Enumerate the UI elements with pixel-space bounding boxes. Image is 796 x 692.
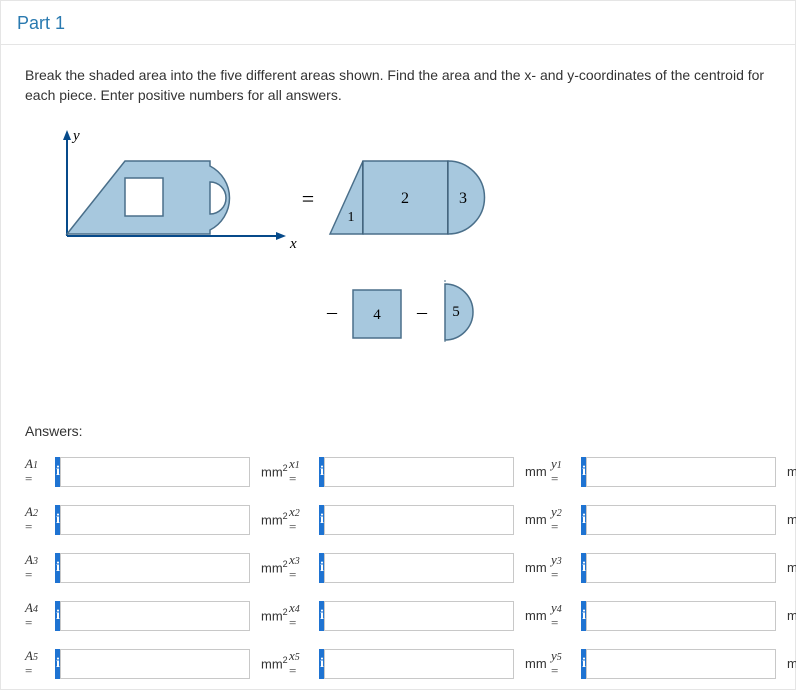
y-label-3: y3= [551,553,581,582]
x-label-5: x5= [289,649,319,678]
area-input-group-4: i [55,601,245,631]
y-label-2: y2= [551,505,581,534]
y-axis-label: y [71,128,80,144]
y-input-group-3: i [581,553,771,583]
y-label-4: y4= [551,601,581,630]
area-input-3[interactable] [60,553,250,583]
piece-2-label: 2 [401,190,409,207]
piece-5-label: 5 [452,304,460,320]
answer-grid: A1=imm2x1=immy1=immA2=imm2x2=immy2=immA3… [25,457,771,679]
x-label-4: x4= [289,601,319,630]
y-unit: mm [781,608,796,623]
area-label-2: A2= [25,505,55,534]
part-header: Part 1 [1,1,795,45]
y-unit: mm [781,656,796,671]
x-label-1: x1= [289,457,319,486]
area-label-4: A4= [25,601,55,630]
x-input-group-2: i [319,505,509,535]
y-input-4[interactable] [586,601,776,631]
y-input-5[interactable] [586,649,776,679]
y-label-1: y1= [551,457,581,486]
x-input-group-4: i [319,601,509,631]
y-input-group-2: i [581,505,771,535]
y-label-5: y5= [551,649,581,678]
minus-1: – [326,301,338,323]
x-input-3[interactable] [324,553,514,583]
x-input-5[interactable] [324,649,514,679]
x-label-3: x3= [289,553,319,582]
x-unit: mm [519,656,551,671]
equals-sign: = [302,186,314,211]
y-input-3[interactable] [586,553,776,583]
area-label-1: A1= [25,457,55,486]
x-input-group-5: i [319,649,509,679]
composite-shape: y x [63,128,297,252]
area-input-group-2: i [55,505,245,535]
area-unit: mm2 [255,511,289,527]
area-input-2[interactable] [60,505,250,535]
x-unit: mm [519,464,551,479]
piece-4-label: 4 [373,307,381,323]
y-input-group-4: i [581,601,771,631]
x-label-2: x2= [289,505,319,534]
y-unit: mm [781,560,796,575]
x-unit: mm [519,560,551,575]
diagram: y x = [45,126,771,399]
area-input-5[interactable] [60,649,250,679]
minus-2: – [416,301,428,323]
x-input-group-1: i [319,457,509,487]
x-unit: mm [519,512,551,527]
area-input-group-1: i [55,457,245,487]
area-input-4[interactable] [60,601,250,631]
area-unit: mm2 [255,559,289,575]
area-input-1[interactable] [60,457,250,487]
area-label-5: A5= [25,649,55,678]
area-input-group-3: i [55,553,245,583]
x-input-1[interactable] [324,457,514,487]
diagram-svg: y x = [45,126,525,396]
instructions-text: Break the shaded area into the five diff… [25,65,771,106]
y-unit: mm [781,464,796,479]
area-input-group-5: i [55,649,245,679]
part-container: Part 1 Break the shaded area into the fi… [0,0,796,690]
y-input-group-1: i [581,457,771,487]
piece-1-label: 1 [348,210,355,225]
area-unit: mm2 [255,655,289,671]
area-unit: mm2 [255,607,289,623]
piece-3-label: 3 [459,190,467,207]
x-input-2[interactable] [324,505,514,535]
x-axis-label: x [289,236,297,252]
y-input-group-5: i [581,649,771,679]
y-input-2[interactable] [586,505,776,535]
x-unit: mm [519,608,551,623]
y-input-1[interactable] [586,457,776,487]
x-input-4[interactable] [324,601,514,631]
part-title: Part 1 [17,13,65,33]
answers-heading: Answers: [25,423,771,439]
body-section: Break the shaded area into the five diff… [1,45,795,689]
area-label-3: A3= [25,553,55,582]
x-input-group-3: i [319,553,509,583]
y-unit: mm [781,512,796,527]
area-unit: mm2 [255,463,289,479]
